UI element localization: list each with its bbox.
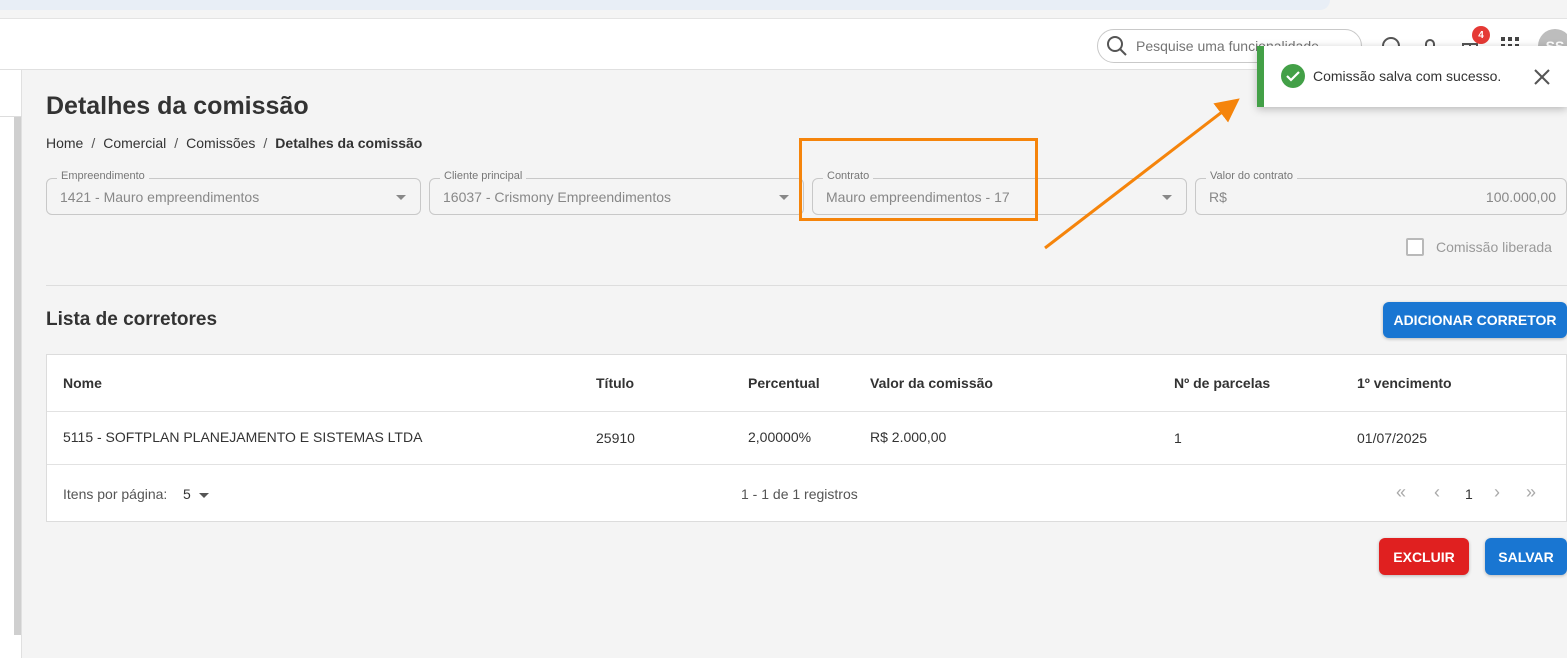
highlight-annotation-box: [799, 138, 1038, 221]
left-side-panel: [0, 70, 22, 658]
table-row[interactable]: 5115 - SOFTPLAN PLANEJAMENTO E SISTEMAS …: [47, 412, 1566, 465]
search-icon: [1107, 36, 1127, 56]
cell-percentual: 2,00000%: [748, 429, 812, 445]
column-header-vencimento[interactable]: 1º vencimento: [1357, 375, 1452, 391]
browser-strip: [0, 0, 1330, 10]
breadcrumb-comissoes[interactable]: Comissões: [186, 135, 255, 151]
cell-valor: R$ 2.000,00: [870, 429, 947, 445]
check-circle-icon: [1281, 64, 1305, 88]
comissao-liberada-label: Comissão liberada: [1436, 239, 1552, 255]
notification-badge: 4: [1472, 26, 1490, 44]
chevron-down-icon: [198, 492, 209, 498]
table-footer: Itens por página: 5 1 - 1 de 1 registros…: [47, 465, 1566, 522]
column-header-valor[interactable]: Valor da comissão: [870, 375, 993, 391]
cliente-principal-value: 16037 - Crismony Empreendimentos: [443, 189, 671, 205]
cliente-principal-select[interactable]: Cliente principal 16037 - Crismony Empre…: [429, 170, 804, 215]
chevron-down-icon: [1162, 195, 1172, 200]
column-header-percentual[interactable]: Percentual: [748, 375, 820, 391]
items-per-page-label: Itens por página:: [63, 486, 168, 502]
comissao-liberada-checkbox-row[interactable]: Comissão liberada: [1406, 238, 1552, 256]
column-header-titulo[interactable]: Título: [596, 375, 634, 391]
breadcrumb-separator: /: [174, 135, 179, 151]
save-button[interactable]: SALVAR: [1485, 538, 1567, 575]
last-page-icon[interactable]: »: [1526, 482, 1536, 503]
cliente-principal-label: Cliente principal: [440, 170, 527, 182]
scrollbar[interactable]: [14, 117, 21, 635]
breadcrumb-home[interactable]: Home: [46, 135, 83, 151]
delete-button[interactable]: EXCLUIR: [1379, 538, 1469, 575]
page-title: Detalhes da comissão: [46, 92, 309, 120]
empreendimento-select[interactable]: Empreendimento 1421 - Mauro empreendimen…: [46, 170, 421, 215]
items-per-page-select[interactable]: 5: [183, 486, 209, 502]
section-title: Lista de corretores: [46, 309, 218, 330]
cell-nome: 5115 - SOFTPLAN PLANEJAMENTO E SISTEMAS …: [63, 429, 423, 445]
empreendimento-label: Empreendimento: [57, 170, 149, 182]
chevron-down-icon: [779, 195, 789, 200]
comissao-liberada-checkbox[interactable]: [1406, 238, 1424, 256]
cell-titulo-link[interactable]: 25910: [596, 430, 635, 446]
breadcrumb-separator: /: [263, 135, 268, 151]
chevron-down-icon: [396, 195, 406, 200]
current-page[interactable]: 1: [1465, 486, 1473, 502]
close-icon[interactable]: [1533, 68, 1551, 86]
corretores-table: Nome Título Percentual Valor da comissão…: [46, 354, 1567, 522]
cell-vencimento: 01/07/2025: [1357, 430, 1428, 446]
section-divider: [46, 285, 1567, 286]
table-header: Nome Título Percentual Valor da comissão…: [47, 355, 1566, 412]
column-header-parcelas[interactable]: Nº de parcelas: [1174, 375, 1270, 391]
prev-page-icon[interactable]: ‹: [1434, 482, 1440, 503]
add-corretor-button[interactable]: ADICIONAR CORRETOR: [1383, 302, 1567, 338]
valor-contrato-label: Valor do contrato: [1206, 170, 1297, 182]
currency-prefix: R$: [1209, 189, 1227, 205]
column-header-nome[interactable]: Nome: [63, 375, 102, 391]
breadcrumb-comercial[interactable]: Comercial: [103, 135, 166, 151]
records-range: 1 - 1 de 1 registros: [741, 486, 858, 502]
toast-message: Comissão salva com sucesso.: [1313, 68, 1502, 84]
items-per-page-value: 5: [183, 486, 191, 502]
first-page-icon[interactable]: «: [1396, 482, 1406, 503]
valor-contrato-field[interactable]: Valor do contrato R$ 100.000,00: [1195, 170, 1567, 215]
breadcrumb: Home / Comercial / Comissões / Detalhes …: [46, 135, 422, 151]
empreendimento-value: 1421 - Mauro empreendimentos: [60, 189, 260, 205]
breadcrumb-current: Detalhes da comissão: [275, 135, 423, 151]
success-toast: Comissão salva com sucesso.: [1257, 46, 1567, 107]
next-page-icon[interactable]: ›: [1494, 482, 1500, 503]
left-panel-header: [0, 70, 22, 117]
cell-parcelas: 1: [1174, 430, 1182, 446]
breadcrumb-separator: /: [91, 135, 96, 151]
valor-contrato-value: 100.000,00: [1485, 189, 1556, 205]
